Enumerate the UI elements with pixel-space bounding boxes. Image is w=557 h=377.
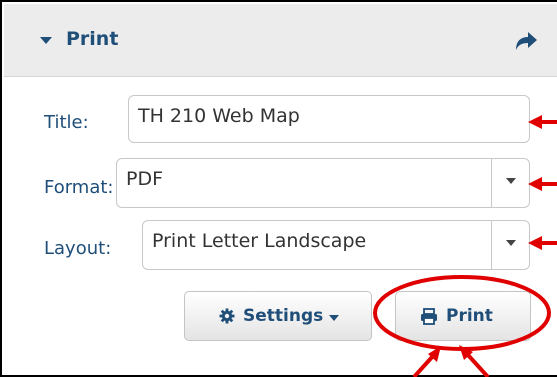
share-arrow-icon[interactable] (513, 28, 539, 54)
layout-select-value: Print Letter Landscape (152, 230, 367, 252)
layout-label: Layout: (44, 238, 112, 259)
layout-select[interactable]: Print Letter Landscape (142, 220, 530, 270)
layout-dropdown-button[interactable] (491, 221, 529, 269)
title-input[interactable]: TH 210 Web Map (128, 95, 530, 143)
format-select[interactable]: PDF (116, 158, 530, 208)
format-select-value: PDF (126, 168, 164, 190)
printer-icon (421, 308, 437, 325)
chevron-down-icon (329, 315, 339, 321)
format-dropdown-button[interactable] (491, 159, 529, 207)
panel-header: Print (4, 4, 557, 77)
print-button[interactable]: Print (395, 291, 531, 341)
chevron-down-icon (506, 178, 516, 184)
settings-button[interactable]: Settings (184, 291, 372, 341)
chevron-down-icon (506, 240, 516, 246)
print-button-label: Print (446, 306, 493, 326)
panel-title: Print (66, 28, 119, 50)
print-panel: Print Title: TH 210 Web Map Format: PDF … (0, 0, 557, 377)
gear-icon (219, 308, 235, 324)
title-label: Title: (44, 112, 89, 133)
caret-down-icon[interactable] (38, 30, 54, 50)
settings-button-label: Settings (243, 306, 324, 326)
format-label: Format: (44, 177, 114, 198)
title-input-value: TH 210 Web Map (138, 105, 300, 127)
